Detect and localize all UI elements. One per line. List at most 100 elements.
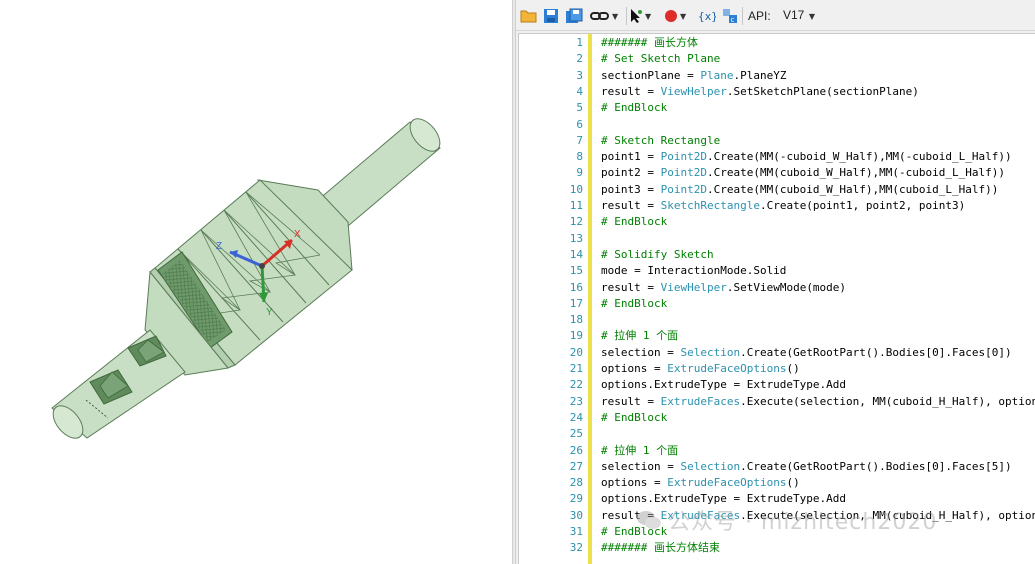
code-token: .Create(point1, point2, point3) <box>759 199 966 212</box>
code-token: .Create(MM(-cuboid_W_Half),MM(-cuboid_L_… <box>706 150 1012 164</box>
toolbar-separator <box>742 7 743 25</box>
code-token: ####### 画长方体 <box>601 36 698 49</box>
code-token: () <box>786 362 800 375</box>
code-token: # EndBlock <box>601 101 668 115</box>
line-number: 19 <box>569 329 583 343</box>
z-axis-label: Z <box>216 241 222 252</box>
parameter-icon[interactable]: {x} <box>698 7 716 25</box>
record-icon[interactable]: ▼ <box>664 7 686 25</box>
line-number: 21 <box>569 362 583 375</box>
code-line[interactable]: 3 sectionPlane = Plane.PlaneYZ <box>519 68 1035 84</box>
code-text: mode = InteractionMode.Solid <box>601 263 786 279</box>
line-number: 14 <box>569 247 583 261</box>
code-line[interactable]: 32 ####### 画长方体结束 <box>519 540 1035 556</box>
model-viewport[interactable]: X Z Y <box>0 0 512 564</box>
line-number: 6 <box>576 117 583 131</box>
code-line[interactable]: 14 # Solidify Sketch <box>519 247 1035 263</box>
code-text: # Set Sketch Plane <box>601 51 720 67</box>
api-version-dropdown[interactable]: V17 ▼ <box>780 7 818 23</box>
code-line[interactable]: 13 <box>519 231 1035 247</box>
code-token: result = <box>601 199 661 212</box>
code-token: ExtrudeFaces <box>660 394 741 408</box>
code-text: options = ExtrudeFaceOptions() <box>601 475 800 491</box>
code-text: # EndBlock <box>601 214 667 230</box>
code-token: .SetSketchPlane(sectionPlane) <box>726 84 919 98</box>
code-line[interactable]: 25 <box>519 426 1035 442</box>
line-number: 5 <box>576 101 583 115</box>
code-line[interactable]: 6 <box>519 117 1035 133</box>
line-number: 24 <box>569 410 583 424</box>
code-line[interactable]: 8 point1 = Point2D.Create(MM(-cuboid_W_Ha… <box>519 149 1035 165</box>
code-token: ViewHelper <box>660 280 727 294</box>
open-folder-icon[interactable] <box>520 7 538 25</box>
code-token: # EndBlock <box>601 215 668 229</box>
save-icon[interactable] <box>543 7 559 25</box>
code-line[interactable]: 17 # EndBlock <box>519 296 1035 312</box>
code-editor[interactable]: 1 ####### 画长方体 2 # Set Sketch Plane 3 section… <box>518 33 1035 564</box>
watermark-text: 公众号 · mizhitech2020 <box>668 510 938 535</box>
code-text: ####### 画长方体 <box>601 35 698 51</box>
code-text: selection = Selection.Create(GetRootPart… <box>601 459 1012 475</box>
select-pointer-icon[interactable]: ▼ <box>629 7 651 25</box>
line-number: 30 <box>569 508 583 522</box>
code-token: selection = <box>601 459 681 473</box>
line-number: 1 <box>576 36 583 49</box>
line-number: 32 <box>569 541 583 555</box>
svg-text:c: c <box>731 16 735 24</box>
code-token: # 拉伸 1 个面 <box>601 443 679 457</box>
code-line[interactable]: 16 result = ViewHelper.SetViewMode(mode) <box>519 280 1035 296</box>
code-line[interactable]: 26 # 拉伸 1 个面 <box>519 443 1035 459</box>
code-line[interactable]: 23 result = ExtrudeFaces.Execute(selectio… <box>519 394 1035 410</box>
line-number: 9 <box>576 166 583 180</box>
code-token: # EndBlock <box>601 410 668 424</box>
line-number: 29 <box>569 492 583 506</box>
code-line[interactable]: 11 result = SketchRectangle.Create(point1… <box>519 198 1035 214</box>
link-icon[interactable]: ▼ <box>590 7 618 25</box>
code-line[interactable]: 27 selection = Selection.Create(GetRootPa… <box>519 459 1035 475</box>
save-as-icon[interactable] <box>565 7 583 25</box>
code-line[interactable]: 4 result = ViewHelper.SetSketchPlane(sect… <box>519 84 1035 100</box>
line-number: 3 <box>576 68 583 82</box>
line-number: 31 <box>569 525 583 538</box>
code-token: point3 = <box>601 182 661 196</box>
code-token: .Create(MM(cuboid_W_Half),MM(cuboid_L_Ha… <box>706 182 999 196</box>
code-text: # 拉伸 1 个面 <box>601 328 678 344</box>
code-token: ExtrudeFaceOptions <box>667 476 787 490</box>
code-line[interactable]: 19 # 拉伸 1 个面 <box>519 328 1035 344</box>
code-token: # 拉伸 1 个面 <box>601 329 679 343</box>
code-token: mode = InteractionMode.Solid <box>601 264 787 278</box>
script-editor-panel: ▼ ▼ ▼ {x} c API: V17 ▼ 1 ####### 画长方体 2 # S… <box>516 0 1035 564</box>
code-token: result = <box>601 84 661 98</box>
code-text: # Solidify Sketch <box>601 247 714 263</box>
code-token: sectionPlane = <box>601 68 701 82</box>
code-text: # EndBlock <box>601 410 667 426</box>
code-line[interactable]: 15 mode = InteractionMode.Solid <box>519 263 1035 279</box>
line-number: 27 <box>569 459 583 473</box>
code-text: point3 = Point2D.Create(MM(cuboid_W_Half… <box>601 182 998 198</box>
code-line[interactable]: 2 # Set Sketch Plane <box>519 51 1035 67</box>
code-line[interactable]: 5 # EndBlock <box>519 100 1035 116</box>
svg-text:{x}: {x} <box>698 10 716 23</box>
line-number: 17 <box>569 296 583 310</box>
code-line[interactable]: 7 # Sketch Rectangle <box>519 133 1035 149</box>
code-line[interactable]: 28 options = ExtrudeFaceOptions() <box>519 475 1035 491</box>
code-text: options.ExtrudeType = ExtrudeType.Add <box>601 377 846 393</box>
inlet-pipe <box>51 329 186 439</box>
code-line[interactable]: 24 # EndBlock <box>519 410 1035 426</box>
code-line[interactable]: 20 selection = Selection.Create(GetRootPa… <box>519 345 1035 361</box>
code-line[interactable]: 12 # EndBlock <box>519 214 1035 230</box>
code-line[interactable]: 22 options.ExtrudeType = ExtrudeType.Add <box>519 377 1035 393</box>
code-token: Selection <box>680 459 741 473</box>
code-line[interactable]: 21 options = ExtrudeFaceOptions() <box>519 361 1035 377</box>
line-number: 7 <box>576 133 583 147</box>
code-text: # EndBlock <box>601 100 667 116</box>
code-line[interactable]: 18 <box>519 312 1035 328</box>
code-line[interactable]: 9 point2 = Point2D.Create(MM(cuboid_W_Hal… <box>519 165 1035 181</box>
y-axis-label: Y <box>266 307 273 318</box>
code-text: point2 = Point2D.Create(MM(cuboid_W_Half… <box>601 165 1005 181</box>
code-line[interactable]: 10 point3 = Point2D.Create(MM(cuboid_W_Ha… <box>519 182 1035 198</box>
convert-icon[interactable]: c <box>722 7 738 25</box>
code-line[interactable]: 1 ####### 画长方体 <box>519 35 1035 51</box>
model-render: X Z Y <box>51 118 441 439</box>
code-text: result = ViewHelper.SetSketchPlane(secti… <box>601 84 919 100</box>
